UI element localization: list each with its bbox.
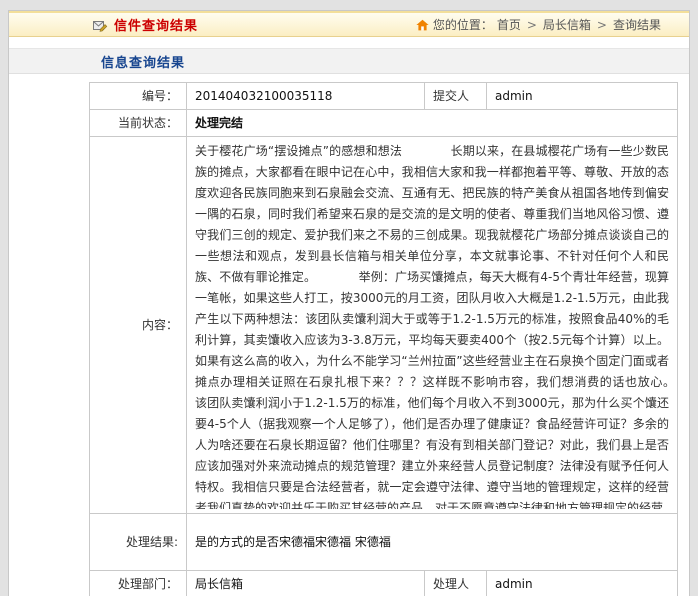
breadcrumb-separator: >: [597, 18, 607, 32]
processor-value: admin: [487, 571, 678, 596]
main-panel: 信件查询结果 您的位置： 首页 > 局长信箱 > 查询结果 信息查询结果 编号：…: [8, 10, 690, 596]
department-value: 局长信箱: [187, 571, 425, 596]
result-label: 处理结果:: [90, 514, 187, 571]
breadcrumb-link-mailbox[interactable]: 局长信箱: [543, 16, 591, 33]
table-row-status: 当前状态： 处理完结: [90, 110, 678, 137]
breadcrumb-link-home[interactable]: 首页: [497, 16, 521, 33]
breadcrumb-separator: >: [527, 18, 537, 32]
letter-icon: [93, 18, 108, 32]
section-title: 信息查询结果: [101, 52, 185, 71]
header-bar: 信件查询结果 您的位置： 首页 > 局长信箱 > 查询结果: [9, 11, 689, 37]
department-label: 处理部门：: [90, 571, 187, 596]
content-value-cell: 关于樱花广场“摆设摊点”的感想和想法 长期以来，在县城樱花广场有一些少数民族的摊…: [187, 137, 678, 514]
number-label: 编号：: [90, 83, 187, 110]
submitter-label: 提交人: [425, 83, 487, 110]
status-label: 当前状态：: [90, 110, 187, 137]
table-row-number: 编号： 201404032100035118 提交人 admin: [90, 83, 678, 110]
content-label: 内容：: [90, 137, 187, 514]
submitter-value: admin: [487, 83, 678, 110]
processor-label: 处理人: [425, 571, 487, 596]
home-icon: [416, 19, 429, 31]
header-title-group: 信件查询结果: [93, 15, 198, 34]
breadcrumb-prefix: 您的位置：: [433, 16, 493, 33]
page-title: 信件查询结果: [114, 15, 198, 34]
table-row-department: 处理部门： 局长信箱 处理人 admin: [90, 571, 678, 596]
table-row-content: 内容： 关于樱花广场“摆设摊点”的感想和想法 长期以来，在县城樱花广场有一些少数…: [90, 137, 678, 514]
breadcrumb: 您的位置： 首页 > 局长信箱 > 查询结果: [416, 16, 661, 33]
breadcrumb-link-result[interactable]: 查询结果: [613, 16, 661, 33]
result-value: 是的方式的是否宋德福宋德福 宋德福: [187, 514, 678, 571]
table-row-result: 处理结果: 是的方式的是否宋德福宋德福 宋德福: [90, 514, 678, 571]
section-header: 信息查询结果: [9, 48, 689, 74]
content-value: 关于樱花广场“摆设摊点”的感想和想法 长期以来，在县城樱花广场有一些少数民族的摊…: [195, 141, 669, 509]
number-value: 201404032100035118: [187, 83, 425, 110]
status-value: 处理完结: [187, 110, 678, 137]
result-table: 编号： 201404032100035118 提交人 admin 当前状态： 处…: [89, 82, 678, 596]
